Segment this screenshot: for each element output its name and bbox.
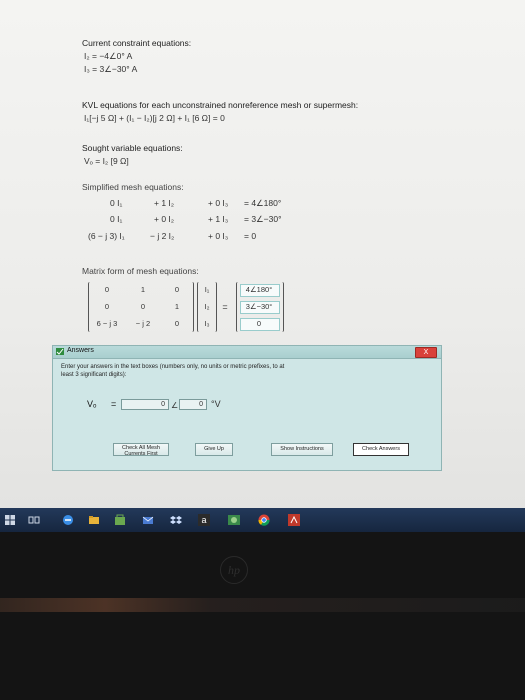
simplified-r1-c3: + 0 I₃ bbox=[208, 198, 229, 208]
rhs-cell: 3∠−30° bbox=[245, 302, 273, 311]
amazon-icon[interactable]: a bbox=[198, 514, 210, 526]
simplified-heading: Simplified mesh equations: bbox=[82, 182, 184, 192]
windows-icon[interactable] bbox=[4, 514, 16, 526]
simplified-r2-c3: + 1 I₃ bbox=[208, 214, 229, 224]
store-icon[interactable] bbox=[114, 514, 126, 526]
dialog-instructions: Enter your answers in the text boxes (nu… bbox=[61, 364, 285, 378]
sought-heading: Sought variable equations: bbox=[82, 143, 183, 153]
screen: Current constraint equations: I₂ = −4∠0°… bbox=[0, 0, 525, 528]
matrix-equals: = bbox=[222, 302, 228, 312]
taskbar: a bbox=[0, 508, 525, 532]
mail-icon[interactable] bbox=[142, 514, 154, 526]
constraint-eq-2: I₃ = 3∠−30° A bbox=[84, 64, 138, 74]
magnitude-input[interactable]: 0 bbox=[121, 399, 169, 410]
simplified-r2-c2: + 0 I₂ bbox=[154, 214, 175, 224]
file-explorer-icon[interactable] bbox=[88, 514, 100, 526]
rhs-cell: 0 bbox=[256, 319, 262, 328]
coefficient-matrix: 0 1 0 0 0 1 6 − j 3 − j 2 0 bbox=[88, 282, 194, 332]
simplified-r1-c1: 0 I₁ bbox=[110, 198, 123, 208]
svg-text:a: a bbox=[201, 515, 206, 525]
kvl-heading: KVL equations for each unconstrained non… bbox=[82, 100, 359, 110]
task-view-icon[interactable] bbox=[28, 514, 40, 526]
rhs-cell: 4∠180° bbox=[245, 285, 273, 294]
vo-equals: = bbox=[111, 399, 117, 409]
dropbox-icon[interactable] bbox=[170, 514, 182, 526]
angle-input[interactable]: 0 bbox=[179, 399, 207, 410]
answers-dialog: Answers X Enter your answers in the text… bbox=[52, 345, 442, 471]
check-answers-button[interactable]: Check Answers bbox=[353, 443, 409, 456]
simplified-r3-rhs: = 0 bbox=[244, 231, 257, 241]
simplified-r1-rhs: = 4∠180° bbox=[244, 198, 282, 208]
vector-cell: I₁ bbox=[204, 285, 210, 294]
constraint-eq-1: I₂ = −4∠0° A bbox=[84, 51, 133, 61]
matrix-cell: 0 bbox=[104, 302, 110, 311]
constraint-heading: Current constraint equations: bbox=[82, 38, 192, 48]
give-up-button[interactable]: Give Up bbox=[195, 443, 233, 456]
vector-cell: I₂ bbox=[204, 302, 210, 311]
simplified-r3-c3: + 0 I₃ bbox=[208, 231, 229, 241]
answers-icon bbox=[56, 348, 64, 355]
angle-symbol: ∠ bbox=[171, 401, 179, 410]
matrix-heading: Matrix form of mesh equations: bbox=[82, 266, 199, 276]
chrome-icon[interactable] bbox=[258, 514, 270, 526]
unit-label: °V bbox=[211, 399, 221, 409]
matrix-cell: 0 bbox=[174, 285, 180, 294]
kvl-equation: I₁[−j 5 Ω] + (I₁ − I₂)[j 2 Ω] + I₁ [6 Ω]… bbox=[84, 113, 225, 123]
dialog-titlebar[interactable]: Answers X bbox=[53, 346, 441, 359]
show-instructions-button[interactable]: Show Instructions bbox=[271, 443, 333, 456]
hp-logo: hp bbox=[220, 556, 248, 584]
vo-label: Vₒ bbox=[87, 399, 97, 409]
check-mesh-currents-button[interactable]: Check All Mesh Currents First bbox=[113, 443, 169, 457]
simplified-r1-c2: + 1 I₂ bbox=[154, 198, 175, 208]
matrix-cell: 0 bbox=[140, 302, 146, 311]
matrix-cell: 1 bbox=[174, 302, 180, 311]
simplified-r3-c1: (6 − j 3) I₁ bbox=[88, 231, 125, 241]
matrix-cell: 0 bbox=[104, 285, 110, 294]
laptop-bezel bbox=[0, 532, 525, 700]
simplified-r3-c2: − j 2 I₂ bbox=[150, 231, 175, 241]
dialog-title: Answers bbox=[67, 347, 94, 354]
keyboard-edge bbox=[0, 598, 525, 612]
matrix-cell: 6 − j 3 bbox=[96, 319, 118, 328]
simplified-r2-c1: 0 I₁ bbox=[110, 214, 123, 224]
matrix-cell: 0 bbox=[174, 319, 180, 328]
simplified-r2-rhs: = 3∠−30° bbox=[244, 214, 282, 224]
sought-equation: Vₒ = I₂ [9 Ω] bbox=[84, 156, 129, 166]
vector-cell: I₃ bbox=[204, 319, 210, 328]
acrobat-icon[interactable] bbox=[288, 514, 300, 526]
rhs-vector: 4∠180° 3∠−30° 0 bbox=[236, 282, 284, 332]
variable-vector: I₁ I₂ I₃ bbox=[197, 282, 217, 332]
matrix-cell: 1 bbox=[140, 285, 146, 294]
photos-icon[interactable] bbox=[228, 514, 240, 526]
matrix-cell: − j 2 bbox=[135, 319, 151, 328]
close-button[interactable]: X bbox=[415, 347, 437, 358]
edge-icon[interactable] bbox=[62, 514, 74, 526]
